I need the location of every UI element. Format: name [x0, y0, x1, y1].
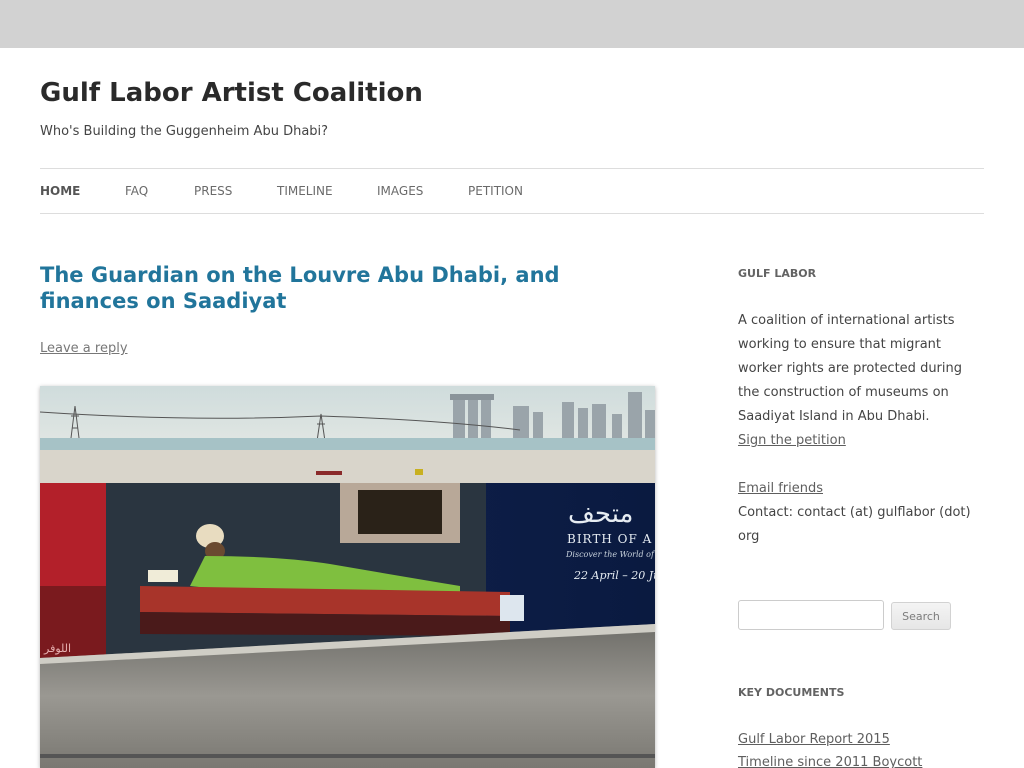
photo-illustration: متحف BIRTH OF A MU Discover the World of…: [40, 386, 655, 768]
search-input[interactable]: [738, 600, 884, 630]
site-description: Who's Building the Guggenheim Abu Dhabi?: [40, 124, 329, 139]
post-featured-image[interactable]: متحف BIRTH OF A MU Discover the World of…: [40, 386, 655, 768]
banner-subtitle: Discover the World of Louvre: [565, 550, 655, 559]
nav-item-press[interactable]: PRESS: [194, 184, 232, 198]
widget-title-key-documents: KEY DOCUMENTS: [738, 686, 845, 699]
key-document-link[interactable]: Gulf Labor Report 2015: [738, 732, 890, 747]
main-navigation: HOME FAQ PRESS TIMELINE IMAGES PETITION: [40, 168, 984, 214]
site-title[interactable]: Gulf Labor Artist Coalition: [40, 78, 423, 108]
nav-item-home[interactable]: HOME: [40, 184, 80, 198]
post-title[interactable]: The Guardian on the Louvre Abu Dhabi, an…: [40, 262, 640, 314]
email-friends-link[interactable]: Email friends: [738, 477, 978, 501]
nav-item-images[interactable]: IMAGES: [377, 184, 423, 198]
banner-arabic-title: متحف: [568, 499, 633, 529]
nav-item-timeline[interactable]: TIMELINE: [277, 184, 333, 198]
page: Gulf Labor Artist Coalition Who's Buildi…: [0, 48, 1024, 768]
banner-dates: 22 April – 20 July: [573, 569, 655, 582]
nav-item-petition[interactable]: PETITION: [468, 184, 523, 198]
search-button[interactable]: Search: [891, 602, 951, 630]
key-document-link[interactable]: Timeline since 2011 Boycott: [738, 755, 922, 768]
widget-title-gulf-labor: GULF LABOR: [738, 267, 817, 280]
banner-arabic-small: اللوفر: [43, 642, 71, 655]
banner-title: BIRTH OF A MU: [567, 532, 655, 546]
contact-text: Contact: contact (at) gulflabor (dot) or…: [738, 505, 971, 544]
widget-gulf-labor-text: A coalition of international artists wor…: [738, 313, 963, 424]
sign-petition-link[interactable]: Sign the petition: [738, 429, 978, 453]
leave-reply-link[interactable]: Leave a reply: [40, 341, 128, 356]
nav-item-faq[interactable]: FAQ: [125, 184, 148, 198]
admin-bar: [0, 0, 1024, 48]
